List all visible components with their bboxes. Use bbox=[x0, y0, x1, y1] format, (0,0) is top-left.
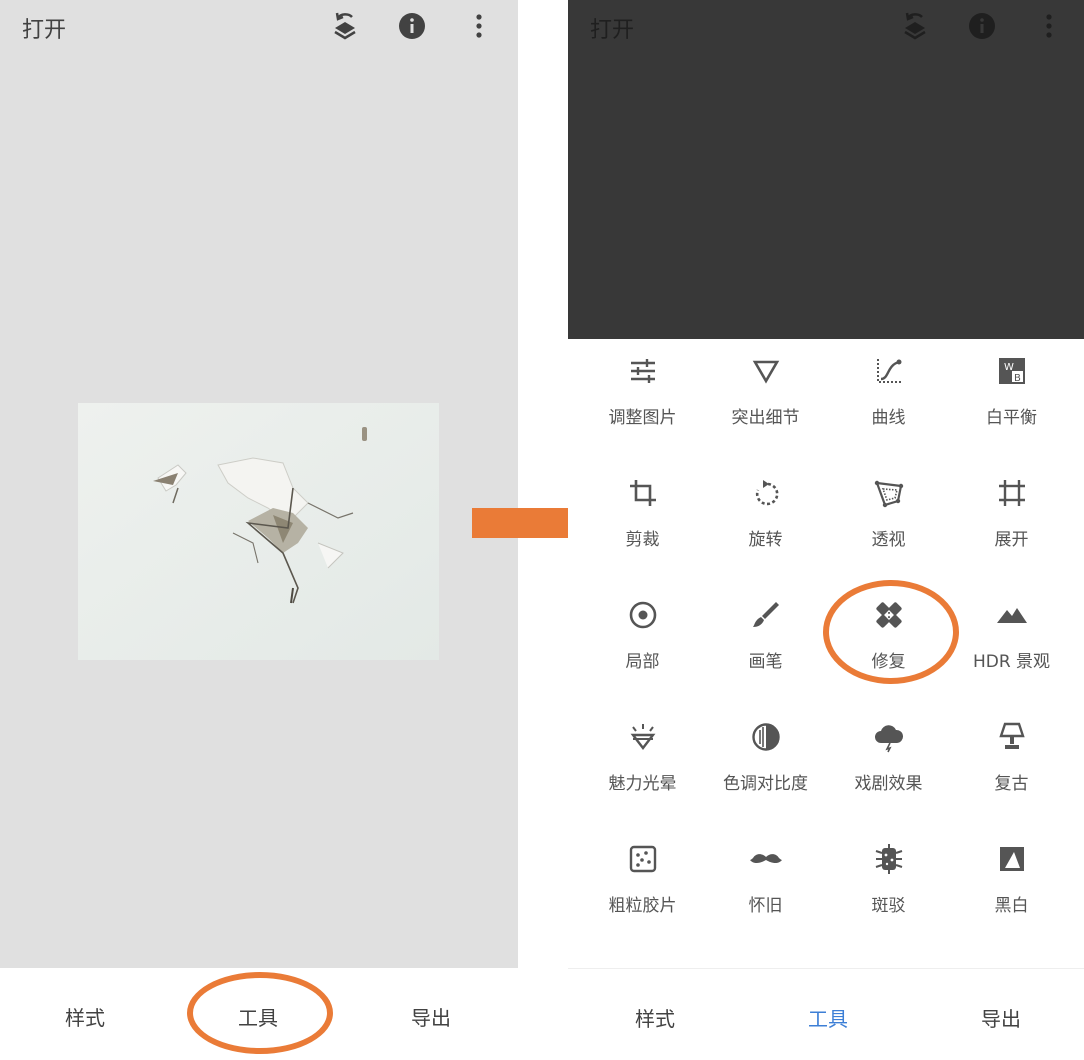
tool-rotate[interactable]: 旋转 bbox=[704, 461, 827, 571]
tools-tab-highlight-ellipse bbox=[187, 972, 333, 1054]
tab-export[interactable]: 导出 bbox=[941, 1003, 1061, 1032]
tool-expand[interactable]: 展开 bbox=[950, 461, 1073, 571]
svg-text:B: B bbox=[1014, 373, 1021, 384]
top-bar: 打开 bbox=[568, 0, 1084, 52]
tool-grunge[interactable]: 斑驳 bbox=[827, 827, 950, 937]
tonal-contrast-icon bbox=[750, 721, 782, 753]
tool-details[interactable]: 突出细节 bbox=[704, 339, 827, 449]
tool-tonal-contrast[interactable]: 色调对比度 bbox=[704, 705, 827, 815]
vintage-lamp-icon bbox=[996, 721, 1028, 753]
open-button[interactable]: 打开 bbox=[22, 12, 66, 44]
tool-vintage[interactable]: 复古 bbox=[950, 705, 1073, 815]
grainy-film-icon bbox=[627, 843, 659, 875]
layers-undo-icon[interactable] bbox=[898, 9, 932, 43]
info-icon[interactable] bbox=[965, 9, 999, 43]
glamour-glow-icon bbox=[627, 721, 659, 753]
perspective-icon bbox=[873, 477, 905, 509]
curves-icon bbox=[873, 355, 905, 387]
more-vertical-icon[interactable] bbox=[462, 9, 496, 43]
crop-icon bbox=[627, 477, 659, 509]
tab-styles[interactable]: 样式 bbox=[25, 1002, 145, 1031]
photo-preview bbox=[78, 403, 439, 660]
retrolux-mustache-icon bbox=[750, 843, 782, 875]
hdr-mountain-icon bbox=[996, 599, 1028, 631]
rotate-icon bbox=[750, 477, 782, 509]
black-white-icon bbox=[996, 843, 1028, 875]
tool-black-white[interactable]: 黑白 bbox=[950, 827, 1073, 937]
details-triangle-icon bbox=[750, 355, 782, 387]
tool-perspective[interactable]: 透视 bbox=[827, 461, 950, 571]
layers-undo-icon[interactable] bbox=[328, 9, 362, 43]
tool-white-balance[interactable]: WB 白平衡 bbox=[950, 339, 1073, 449]
tool-retrolux[interactable]: 怀旧 bbox=[704, 827, 827, 937]
tool-grainy-film[interactable]: 粗粒胶片 bbox=[581, 827, 704, 937]
left-screen: 打开 样式 工具 导出 bbox=[0, 0, 518, 1060]
right-screen: 打开 调整图片 突出细节 曲线 WB 白平衡 剪裁 旋转 透视 展开 局部 画笔… bbox=[568, 0, 1084, 1060]
more-vertical-icon[interactable] bbox=[1032, 9, 1066, 43]
tab-tools[interactable]: 工具 bbox=[768, 1003, 888, 1032]
tool-crop[interactable]: 剪裁 bbox=[581, 461, 704, 571]
tab-export[interactable]: 导出 bbox=[371, 1002, 491, 1031]
tune-sliders-icon bbox=[627, 355, 659, 387]
open-button[interactable]: 打开 bbox=[590, 12, 634, 44]
info-icon[interactable] bbox=[395, 9, 429, 43]
selective-target-icon bbox=[627, 599, 659, 631]
healing-tool-highlight-ellipse bbox=[823, 580, 959, 684]
tool-drama[interactable]: 戏剧效果 bbox=[827, 705, 950, 815]
tool-curves[interactable]: 曲线 bbox=[827, 339, 950, 449]
tab-styles[interactable]: 样式 bbox=[595, 1003, 715, 1032]
tool-glamour-glow[interactable]: 魅力光晕 bbox=[581, 705, 704, 815]
brush-icon bbox=[750, 599, 782, 631]
tool-brush[interactable]: 画笔 bbox=[704, 583, 827, 693]
white-balance-icon: WB bbox=[996, 355, 1028, 387]
tool-tune-image[interactable]: 调整图片 bbox=[581, 339, 704, 449]
tools-grid: 调整图片 突出细节 曲线 WB 白平衡 剪裁 旋转 透视 展开 局部 画笔 修复… bbox=[568, 339, 1084, 979]
bottom-nav: 样式 工具 导出 bbox=[568, 968, 1084, 1060]
grunge-icon bbox=[873, 843, 905, 875]
tool-selective[interactable]: 局部 bbox=[581, 583, 704, 693]
tool-hdr-scape[interactable]: HDR 景观 bbox=[950, 583, 1073, 693]
top-bar: 打开 bbox=[0, 0, 518, 52]
drama-cloud-icon bbox=[873, 721, 905, 753]
expand-icon bbox=[996, 477, 1028, 509]
